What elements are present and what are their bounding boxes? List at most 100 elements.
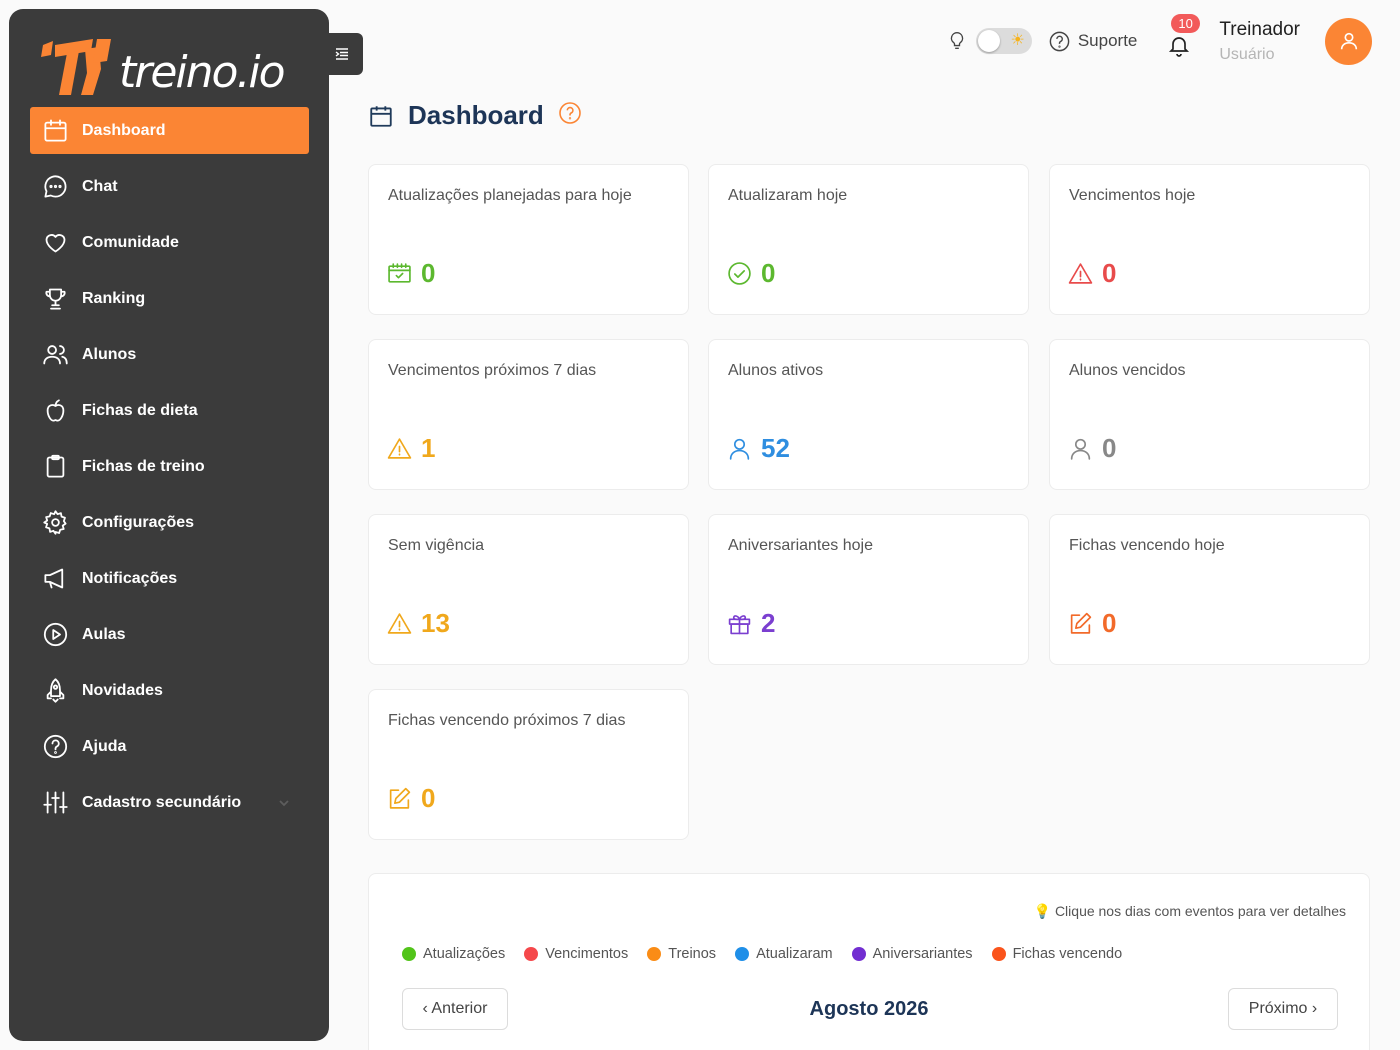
legend-item-atualizacoes: Atualizações [402,946,505,962]
lightbulb-icon [946,30,968,52]
legend-dot [735,947,750,961]
user-info[interactable]: Treinador Usuário [1219,19,1300,64]
notifications-button[interactable]: 10 [1167,14,1200,57]
help-icon [41,733,69,761]
sidebar-item-label: Configurações [82,513,195,531]
trophy-icon [41,285,69,313]
legend-label: Fichas vencendo [1012,946,1123,962]
legend-dot [524,947,539,961]
legend-label: Atualizações [423,946,506,962]
sidebar-item-label: Alunos [82,345,137,363]
page-title: Dashboard [408,100,544,130]
sidebar-item-label: Cadastro secundário [82,793,242,811]
sidebar-item-dashboard[interactable]: Dashboard [30,107,309,154]
card-value: 1 [421,433,436,463]
card-label: Fichas vencendo próximos 7 dias [388,712,626,729]
warning-icon [387,438,412,459]
legend-item-fichas-vencendo: Fichas vencendo [991,946,1123,962]
page-header: Dashboard [368,100,582,131]
warning-icon [387,613,412,634]
stat-card-fichas-vencendo-hoje[interactable]: Fichas vencendo hoje 0 [1049,514,1370,665]
avatar[interactable] [1325,17,1372,65]
sidebar-item-ranking[interactable]: Ranking [30,275,309,322]
card-value-row: 0 [1068,258,1116,289]
sidebar-item-fichas-dieta[interactable]: Fichas de dieta [30,387,309,434]
support-button[interactable]: Suporte [1048,30,1138,53]
card-value: 0 [421,258,436,288]
stat-card-aniversariantes[interactable]: Aniversariantes hoje 2 [708,514,1029,665]
calendar-month: Agosto 2026 [809,998,929,1020]
calendar-legend: Atualizações Vencimentos Treinos Atualiz… [402,946,1141,962]
sliders-icon [41,789,69,817]
help-icon[interactable] [558,101,582,130]
user-role: Usuário [1219,45,1275,63]
sidebar-item-alunos[interactable]: Alunos [30,331,309,378]
heart-icon [41,229,69,257]
menu-icon [335,48,348,60]
chevron-down-icon [277,796,291,810]
sidebar-item-label: Ranking [82,289,146,307]
stat-card-vencimentos-hoje[interactable]: Vencimentos hoje 0 [1049,164,1370,315]
edit-icon [1070,612,1092,634]
users-icon [41,341,69,369]
previous-month-button[interactable]: ‹ Anterior [402,988,508,1030]
sidebar-item-aulas[interactable]: Aulas [30,611,309,658]
support-label: Suporte [1077,31,1138,50]
sidebar-item-label: Ajuda [82,737,127,755]
toggle-knob [977,30,1000,52]
sidebar-item-label: Novidades [82,681,163,699]
brand-logo[interactable]: treino.io [41,35,286,101]
user-name: Treinador [1219,18,1300,40]
sidebar-item-configuracoes[interactable]: Configurações [30,499,309,546]
stat-card-sem-vigencia[interactable]: Sem vigência 13 [368,514,689,665]
gear-icon [41,509,69,537]
legend-dot [991,947,1006,961]
card-value-row: 0 [1068,608,1116,639]
card-label: Aniversariantes hoje [728,537,873,554]
sidebar-item-label: Chat [82,177,118,195]
user-icon [1070,438,1091,460]
calendar-icon [368,103,394,129]
theme-toggle[interactable]: ☀ [975,28,1032,54]
sidebar-item-label: Fichas de treino [82,457,205,475]
calendar-hint: 💡 Clique nos dias com eventos para ver d… [1033,903,1346,919]
sidebar-collapse-button[interactable] [320,33,363,75]
user-icon [729,438,750,460]
card-value: 0 [421,783,436,813]
gift-icon [728,615,751,635]
card-value-row: 0 [1068,433,1116,464]
sidebar-item-notificacoes[interactable]: Notificações [30,555,309,602]
stat-card-alunos-ativos[interactable]: Alunos ativos 52 [708,339,1029,490]
topbar: ☀ Suporte 10 Treinador Usuário [946,14,1372,66]
sidebar-item-ajuda[interactable]: Ajuda [30,723,309,770]
sun-icon: ☀ [1010,32,1025,49]
sidebar-item-label: Comunidade [82,233,179,251]
card-value: 2 [761,608,776,638]
calendar-check-icon [388,263,411,283]
megaphone-icon [41,565,69,593]
sidebar-item-chat[interactable]: Chat [30,163,309,210]
sidebar-item-fichas-treino[interactable]: Fichas de treino [30,443,309,490]
card-value-row: 2 [727,608,775,639]
next-month-button[interactable]: Próximo › [1228,988,1338,1030]
stat-card-vencimentos-7-dias[interactable]: Vencimentos próximos 7 dias 1 [368,339,689,490]
sidebar-nav: Dashboard Chat Comunidade Ranking Alunos… [30,107,309,835]
sidebar-item-novidades[interactable]: Novidades [30,667,309,714]
legend-label: Aniversariantes [872,946,973,962]
card-value: 13 [421,608,450,638]
card-value-row: 0 [387,783,435,814]
stat-card-atualizaram-hoje[interactable]: Atualizaram hoje 0 [708,164,1029,315]
legend-dot [647,947,662,961]
sidebar-item-label: Notificações [82,569,178,587]
stat-card-alunos-vencidos[interactable]: Alunos vencidos 0 [1049,339,1370,490]
stat-card-atualizacoes-planejadas[interactable]: Atualizações planejadas para hoje 0 [368,164,689,315]
sidebar-item-comunidade[interactable]: Comunidade [30,219,309,266]
legend-item-aniversariantes: Aniversariantes [851,946,973,962]
card-label: Alunos ativos [728,362,824,379]
calendar-icon [41,117,69,145]
brand-name: treino.io [119,46,286,98]
sidebar-item-cadastro-secundario[interactable]: Cadastro secundário [30,779,309,826]
legend-item-atualizaram: Atualizaram [735,946,833,962]
stat-card-fichas-vencendo-7-dias[interactable]: Fichas vencendo próximos 7 dias 0 [368,689,689,840]
rocket-icon [41,677,69,705]
